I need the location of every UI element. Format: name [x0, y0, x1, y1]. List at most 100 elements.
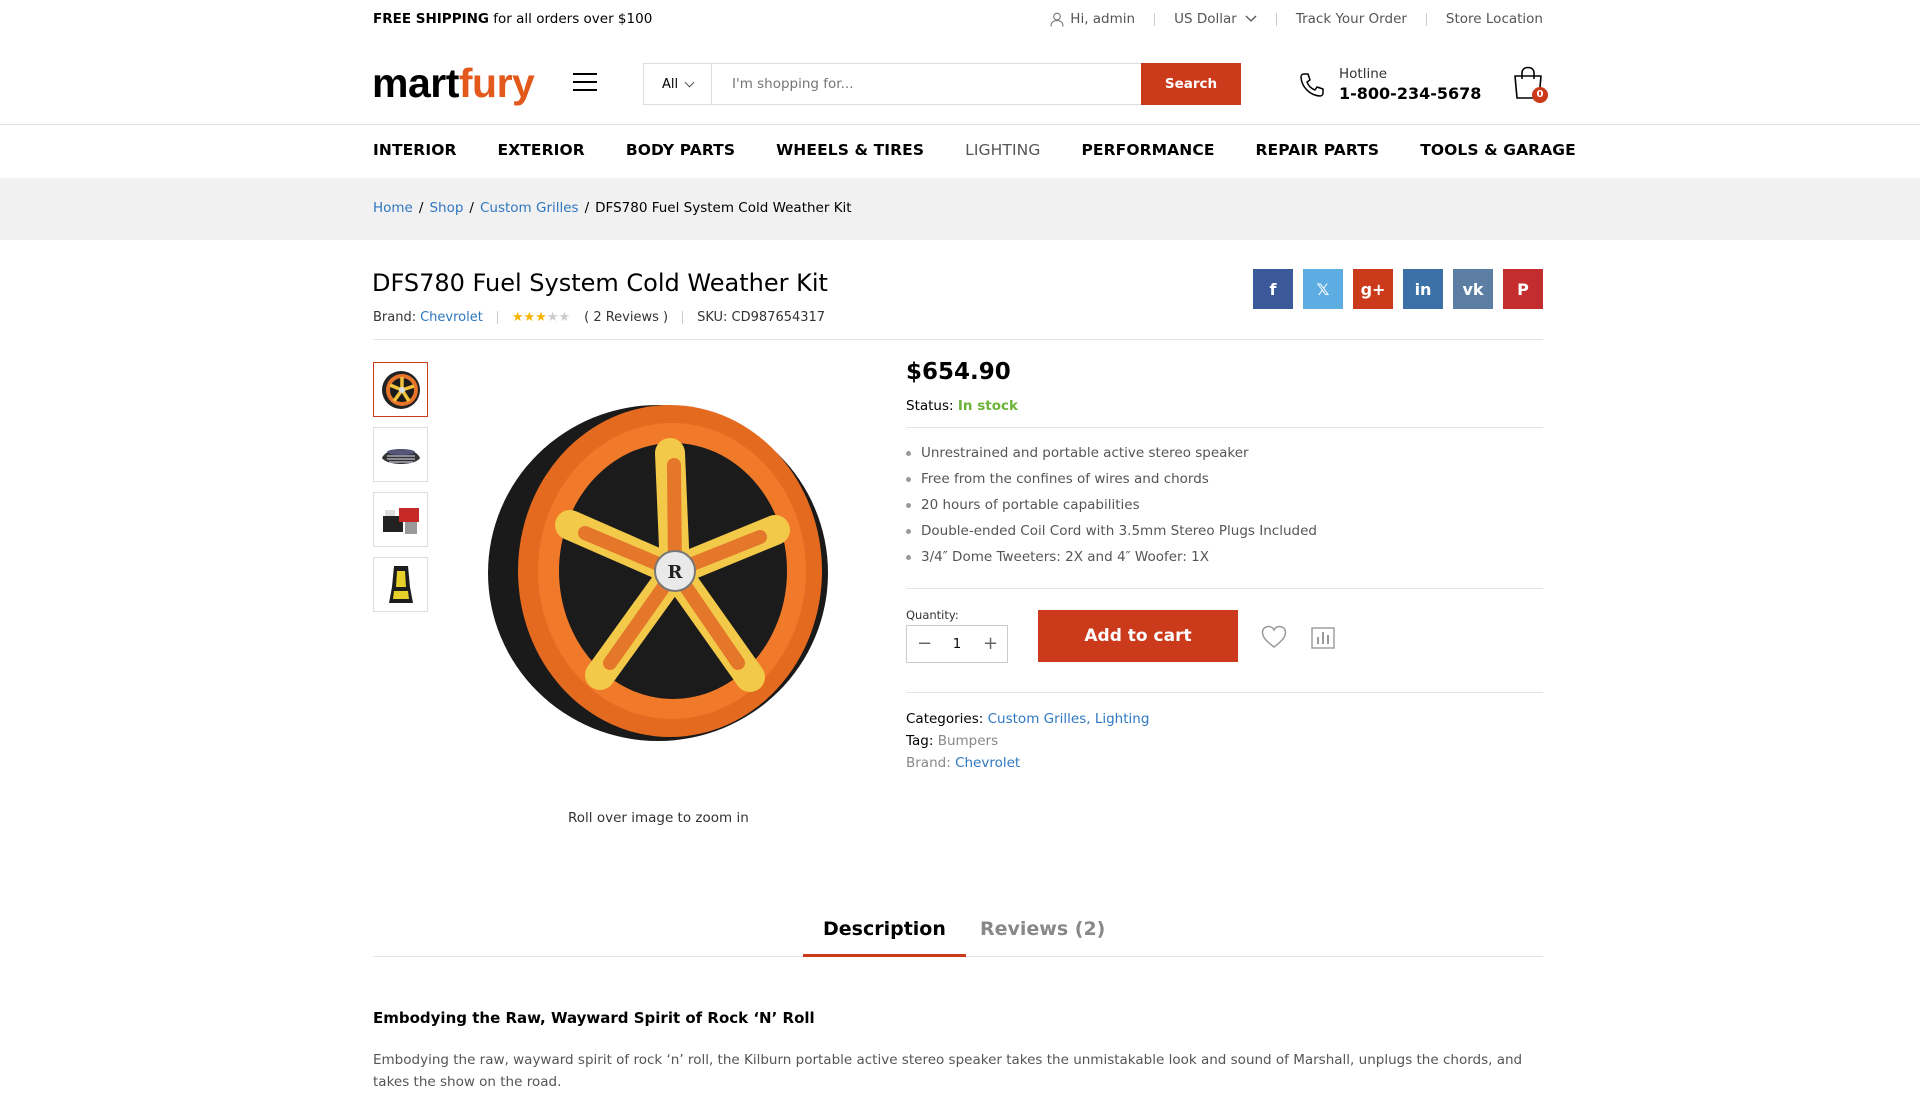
star-icon: ★ [523, 310, 536, 325]
shipping-notice: FREE SHIPPING for all orders over $100 [373, 11, 652, 27]
hotline-number[interactable]: 1-800-234-5678 [1339, 84, 1481, 103]
nav-item-body-parts[interactable]: BODY PARTS [626, 141, 735, 159]
hotline-label: Hotline [1339, 66, 1388, 82]
wheel-image: R [488, 405, 828, 741]
pinterest-icon[interactable]: P [1503, 269, 1543, 309]
tag-link[interactable]: Bumpers [938, 733, 998, 749]
stock-status: Status: In stock [906, 398, 1018, 414]
search-bar: All Search [643, 63, 1241, 105]
nav-item-repair-parts[interactable]: REPAIR PARTS [1256, 141, 1380, 159]
facebook-icon[interactable]: f [1253, 269, 1293, 309]
feature-item: 20 hours of portable capabilities [906, 495, 1317, 521]
breadcrumb-separator: / [469, 200, 474, 216]
store-location-link[interactable]: Store Location [1446, 11, 1543, 27]
categories-label: Categories: [906, 711, 984, 727]
product-price: $654.90 [906, 359, 1011, 385]
breadcrumb-home[interactable]: Home [373, 200, 413, 216]
feature-item: Unrestrained and portable active stereo … [906, 443, 1317, 469]
breadcrumb-separator: / [584, 200, 590, 216]
add-to-cart-button[interactable]: Add to cart [1038, 610, 1238, 662]
cart-button[interactable]: 0 [1512, 66, 1548, 104]
nav-item-wheels-tires[interactable]: WHEELS & TIRES [776, 141, 924, 159]
tab-description[interactable]: Description [803, 912, 966, 957]
product-title: DFS780 Fuel System Cold Weather Kit [372, 269, 828, 297]
nav-item-performance[interactable]: PERFORMANCE [1081, 141, 1214, 159]
sku: SKU: CD987654317 [697, 310, 826, 325]
social-glyph: 𝕏 [1316, 279, 1330, 299]
product-tabs: Description Reviews (2) [373, 912, 1543, 957]
rating-stars: ★★★★★ [512, 310, 570, 325]
tab-reviews[interactable]: Reviews (2) [960, 912, 1125, 957]
search-button[interactable]: Search [1141, 63, 1241, 105]
social-glyph: g+ [1360, 279, 1386, 299]
google-plus-icon[interactable]: g+ [1353, 269, 1393, 309]
star-icon: ★ [511, 310, 524, 325]
breadcrumb: Home / Shop / Custom Grilles / DFS780 Fuel Sys… [373, 200, 852, 216]
nav-item-exterior[interactable]: EXTERIOR [498, 141, 585, 159]
nav-item-interior[interactable]: INTERIOR [373, 141, 457, 159]
breadcrumb-category[interactable]: Custom Grilles [480, 200, 579, 216]
phone-icon [1300, 72, 1324, 97]
social-glyph: f [1269, 279, 1277, 299]
thumbnail-parts[interactable] [373, 492, 428, 547]
brand-row: Brand: Chevrolet [906, 755, 1020, 771]
twitter-icon[interactable]: 𝕏 [1303, 269, 1343, 309]
thumbnail-wheel[interactable] [373, 362, 428, 417]
search-input[interactable] [712, 64, 1141, 104]
brand-link-bottom[interactable]: Chevrolet [955, 755, 1020, 771]
user-greeting[interactable]: Hi, admin [1070, 11, 1135, 27]
social-glyph: in [1414, 279, 1432, 299]
compare-chart-icon[interactable] [1311, 627, 1335, 653]
wheel-thumbnail-image [381, 370, 420, 409]
increase-quantity-button[interactable]: + [983, 635, 998, 653]
thumbnail-seat[interactable] [373, 557, 428, 612]
categories-links[interactable]: Custom Grilles, Lighting [988, 711, 1150, 727]
breadcrumb-shop[interactable]: Shop [429, 200, 463, 216]
product-main-image[interactable]: R [470, 395, 850, 755]
menu-hamburger-icon[interactable] [573, 73, 597, 93]
description-text: Embodying the raw, wayward spirit of roc… [373, 1052, 1523, 1090]
social-share: f 𝕏 g+ in vk P [1253, 269, 1553, 309]
parts-thumbnail-image [382, 507, 419, 534]
chevron-down-icon [684, 77, 695, 87]
chevron-down-icon[interactable] [1245, 15, 1257, 23]
decrease-quantity-button[interactable]: − [917, 635, 932, 653]
search-category-select[interactable]: All [644, 64, 712, 104]
linkedin-icon[interactable]: in [1403, 269, 1443, 309]
star-empty-icon: ★ [546, 310, 559, 325]
tag-label: Tag: [906, 733, 934, 749]
site-logo[interactable]: martfury [372, 58, 535, 108]
divider [1154, 12, 1156, 26]
divider [906, 692, 1543, 693]
description-heading: Embodying the Raw, Wayward Spirit of Roc… [373, 1009, 815, 1027]
shipping-bold: FREE SHIPPING [373, 11, 489, 27]
nav-item-lighting[interactable]: LIGHTING [965, 141, 1040, 159]
breadcrumb-bar: Home / Shop / Custom Grilles / DFS780 Fuel Sys… [0, 178, 1920, 240]
divider [1275, 12, 1277, 26]
brand-label-bottom: Brand: [906, 755, 951, 771]
search-category-value: All [662, 76, 679, 92]
quantity-label: Quantity: [906, 608, 959, 622]
feature-item: Double-ended Coil Cord with 3.5mm Stereo… [906, 521, 1317, 547]
zoom-hint: Roll over image to zoom in [568, 810, 749, 826]
breadcrumb-separator: / [418, 200, 424, 216]
quantity-value[interactable]: 1 [953, 637, 961, 652]
brand-link[interactable]: Chevrolet [420, 310, 483, 325]
thumbnail-grille[interactable] [373, 427, 428, 482]
product-meta: Brand: Chevrolet ★★★★★ ( 2 Reviews ) SKU… [373, 310, 825, 325]
shipping-text: for all orders over $100 [489, 11, 653, 27]
main-navigation: INTERIOR EXTERIOR BODY PARTS WHEELS & TI… [373, 141, 1617, 159]
reviews-link[interactable]: ( 2 Reviews ) [584, 310, 668, 325]
feature-item: Free from the confines of wires and chor… [906, 469, 1317, 495]
header-divider [0, 124, 1920, 125]
tag-row: Tag: Bumpers [906, 733, 998, 749]
star-icon: ★ [535, 310, 547, 325]
star-empty-icon: ★ [558, 310, 571, 325]
track-order-link[interactable]: Track Your Order [1296, 11, 1407, 27]
heart-icon[interactable] [1261, 625, 1287, 653]
top-bar: FREE SHIPPING for all orders over $100 H… [0, 0, 1920, 40]
nav-item-tools-garage[interactable]: TOOLS & GARAGE [1420, 141, 1576, 159]
currency-selector[interactable]: US Dollar [1174, 11, 1237, 27]
brand-label: Brand: [373, 310, 417, 325]
vk-icon[interactable]: vk [1453, 269, 1493, 309]
